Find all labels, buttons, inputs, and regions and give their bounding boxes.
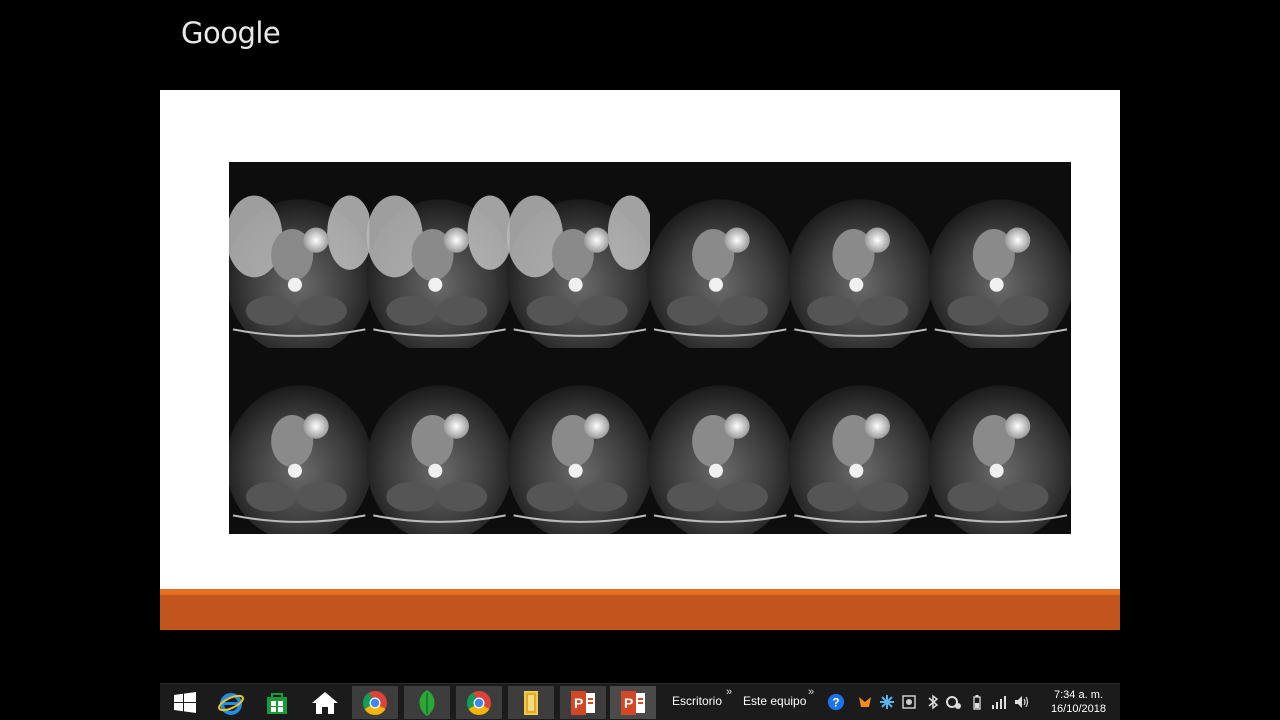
taskbar-home[interactable] xyxy=(302,686,348,719)
home-icon xyxy=(312,691,338,714)
internet-explorer-icon xyxy=(218,692,244,715)
mri-image-grid xyxy=(229,162,1071,534)
bluetooth-icon[interactable] xyxy=(924,692,942,712)
start-button[interactable] xyxy=(162,686,208,719)
svg-text:?: ? xyxy=(832,697,839,710)
mri-slice xyxy=(927,162,1071,356)
fox-app-icon[interactable] xyxy=(856,692,874,712)
system-clock[interactable]: 7:34 a. m. 16/10/2018 xyxy=(1051,688,1106,716)
taskbar-internet-explorer[interactable] xyxy=(208,686,254,719)
mri-slice xyxy=(229,348,373,534)
mri-slice xyxy=(787,162,934,356)
powerpoint-icon: P xyxy=(621,690,645,715)
taskbar-store[interactable] xyxy=(254,686,300,719)
taskbar-powerpoint-1[interactable]: P xyxy=(560,686,606,719)
toolbar-este-equipo[interactable]: Este equipo xyxy=(743,694,806,708)
taskbar-chrome-2[interactable] xyxy=(456,686,502,719)
chrome-icon xyxy=(362,690,387,715)
mri-slice xyxy=(366,162,513,356)
mri-slice xyxy=(229,162,373,356)
windows-taskbar: P P Escritorio » Este equipo » ? 7:34 a.… xyxy=(160,683,1120,720)
mri-slice xyxy=(927,348,1071,534)
svg-text:P: P xyxy=(574,695,583,711)
toolbar-escritorio[interactable]: Escritorio xyxy=(672,694,722,708)
mri-slice xyxy=(366,348,513,534)
mri-slice xyxy=(506,348,653,534)
mri-slice xyxy=(647,162,794,356)
device-icon[interactable] xyxy=(900,692,918,712)
toolbar-este-equipo-chevron-icon[interactable]: » xyxy=(808,686,814,698)
svg-text:P: P xyxy=(624,695,633,711)
volume-icon[interactable] xyxy=(1013,692,1031,712)
windows-logo-icon xyxy=(174,691,196,713)
leaf-icon xyxy=(419,689,435,716)
google-logo: Google xyxy=(181,16,281,50)
mri-figure xyxy=(229,162,1071,534)
clock-time: 7:34 a. m. xyxy=(1054,689,1103,701)
taskbar-file-explorer[interactable] xyxy=(508,686,554,719)
snowflake-icon[interactable] xyxy=(878,692,896,712)
taskbar-green-app[interactable] xyxy=(404,686,450,719)
taskbar-powerpoint-2[interactable]: P xyxy=(610,686,656,719)
battery-icon[interactable] xyxy=(968,692,986,712)
store-icon xyxy=(267,692,287,714)
help-icon[interactable]: ? xyxy=(827,692,845,712)
clock-date: 16/10/2018 xyxy=(1050,703,1106,715)
folder-icon xyxy=(524,690,538,715)
chrome-icon xyxy=(466,690,491,715)
presentation-slide xyxy=(160,90,1120,630)
taskbar-chrome-1[interactable] xyxy=(352,686,398,719)
slide-footer-bar xyxy=(160,589,1120,630)
signal-strength-icon[interactable] xyxy=(990,692,1008,712)
mri-slice xyxy=(506,162,653,356)
powerpoint-icon: P xyxy=(571,690,595,715)
network-settings-icon[interactable] xyxy=(945,692,963,712)
mri-slice xyxy=(787,348,934,534)
mri-slice xyxy=(647,348,794,534)
toolbar-escritorio-chevron-icon[interactable]: » xyxy=(726,686,732,698)
